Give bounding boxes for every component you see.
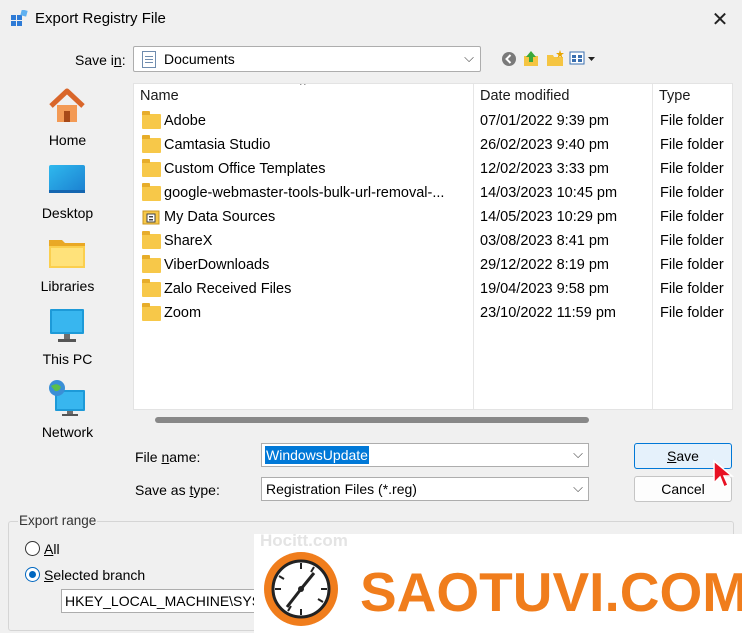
folder-icon — [142, 303, 161, 321]
libraries-icon — [49, 240, 85, 268]
mouse-cursor-icon — [713, 459, 735, 489]
file-name: google-webmaster-tools-bulk-url-removal-… — [164, 185, 445, 201]
column-header-type[interactable]: Type — [659, 88, 690, 104]
horizontal-scrollbar[interactable] — [155, 417, 589, 423]
file-name: My Data Sources — [164, 209, 276, 225]
folder-icon — [142, 255, 161, 273]
export-all-radio[interactable] — [25, 541, 40, 556]
selected-branch-value: HKEY_LOCAL_MACHINE\SYSTEM — [65, 593, 260, 609]
file-name-value: WindowsUpdate — [265, 446, 369, 464]
place-desktop[interactable]: Desktop — [10, 153, 125, 225]
new-folder-icon[interactable] — [545, 49, 565, 69]
file-name: Camtasia Studio — [164, 137, 271, 153]
data-sources-folder-icon — [142, 210, 160, 225]
save-in-dropdown[interactable]: Documents ⌵ — [133, 46, 481, 72]
selected-branch-label[interactable]: Selected branch — [44, 567, 145, 583]
save-in-value: Documents — [164, 51, 235, 67]
place-label: Home — [48, 132, 87, 148]
column-header-date-modified[interactable]: Date modified — [480, 88, 569, 104]
file-name-input[interactable]: WindowsUpdate ⌵ — [261, 443, 589, 467]
documents-icon — [142, 51, 156, 68]
file-date: 07/01/2022 9:39 pm — [480, 113, 609, 129]
place-libraries[interactable]: Libraries — [10, 226, 125, 298]
watermark-text: SAOTUVI.COM — [360, 561, 742, 623]
close-button[interactable]: ✕ — [704, 4, 736, 34]
selected-branch-input[interactable]: HKEY_LOCAL_MACHINE\SYSTEM — [61, 589, 261, 613]
file-name: ShareX — [164, 233, 213, 249]
file-type: File folder — [660, 233, 724, 249]
save-as-type-value: Registration Files (*.reg) — [266, 481, 417, 497]
chevron-down-icon: ⌵ — [573, 480, 583, 495]
file-row-my-data-sources[interactable]: My Data Sources 14/05/2023 10:29 pm File… — [134, 205, 732, 229]
file-type: File folder — [660, 113, 724, 129]
place-label: Desktop — [41, 205, 94, 221]
close-icon: ✕ — [711, 8, 729, 31]
this-pc-icon — [50, 309, 84, 342]
file-type: File folder — [660, 161, 724, 177]
file-date: 19/04/2023 9:58 pm — [480, 281, 609, 297]
file-type: File folder — [660, 305, 724, 321]
sort-ascending-icon: ^ — [300, 83, 306, 92]
place-label: Network — [41, 424, 94, 440]
back-icon[interactable] — [499, 49, 519, 69]
folder-icon — [142, 231, 161, 249]
file-row-viberdownloads[interactable]: ViberDownloads 29/12/2022 8:19 pm File f… — [134, 253, 732, 277]
place-home[interactable]: Home — [10, 80, 125, 152]
file-name: ViberDownloads — [164, 257, 270, 273]
export-all-label[interactable]: All — [44, 541, 60, 557]
file-row-zalo-received-files[interactable]: Zalo Received Files 19/04/2023 9:58 pm F… — [134, 277, 732, 301]
place-network[interactable]: Network — [10, 372, 125, 444]
folder-icon — [142, 159, 161, 177]
file-type: File folder — [660, 281, 724, 297]
file-row-zoom[interactable]: Zoom 23/10/2022 11:59 pm File folder — [134, 301, 732, 325]
window-title: Export Registry File — [35, 10, 166, 27]
network-icon — [49, 380, 85, 416]
file-name: Adobe — [164, 113, 206, 129]
file-name: Zalo Received Files — [164, 281, 292, 297]
file-type: File folder — [660, 257, 724, 273]
place-label: This PC — [42, 351, 93, 367]
save-as-type-label: Save as type: — [135, 482, 220, 498]
file-date: 14/05/2023 10:29 pm — [480, 209, 618, 225]
place-label: Libraries — [40, 278, 95, 294]
chevron-down-icon[interactable]: ⌵ — [573, 446, 583, 462]
places-bar: Home Desktop Libraries This PC Network — [10, 80, 125, 500]
up-one-level-icon[interactable] — [521, 49, 541, 69]
desktop-icon — [49, 165, 85, 193]
export-range-label: Export range — [18, 513, 98, 528]
file-type: File folder — [660, 185, 724, 201]
file-name: Zoom — [164, 305, 202, 321]
folder-icon — [142, 279, 161, 297]
file-row-google-webmaster-tools[interactable]: google-webmaster-tools-bulk-url-removal-… — [134, 181, 732, 205]
file-name: Custom Office Templates — [164, 161, 326, 177]
save-as-type-dropdown[interactable]: Registration Files (*.reg) ⌵ — [261, 477, 589, 501]
file-type: File folder — [660, 137, 724, 153]
place-this-pc[interactable]: This PC — [10, 299, 125, 371]
folder-icon — [142, 111, 161, 129]
file-date: 14/03/2023 10:45 pm — [480, 185, 618, 201]
file-name-label: File name: — [135, 449, 201, 465]
file-row-adobe[interactable]: Adobe 07/01/2022 9:39 pm File folder — [134, 109, 732, 133]
home-icon — [49, 88, 85, 122]
file-date: 29/12/2022 8:19 pm — [480, 257, 609, 273]
file-row-custom-office-templates[interactable]: Custom Office Templates 12/02/2023 3:33 … — [134, 157, 732, 181]
file-date: 23/10/2022 11:59 pm — [480, 305, 616, 321]
chevron-down-icon: ⌵ — [464, 50, 474, 65]
file-type: File folder — [660, 209, 724, 225]
file-list[interactable]: Name ^ Date modified Type Adobe 07/01/20… — [133, 83, 733, 410]
save-in-label: Save in: — [75, 52, 126, 68]
column-header-name[interactable]: Name — [140, 88, 179, 104]
folder-icon — [142, 135, 161, 153]
file-date: 03/08/2023 8:41 pm — [480, 233, 609, 249]
registry-editor-icon — [11, 10, 28, 26]
file-row-sharex[interactable]: ShareX 03/08/2023 8:41 pm File folder — [134, 229, 732, 253]
clock-logo-icon — [264, 552, 338, 626]
selected-branch-radio[interactable] — [25, 567, 40, 582]
file-row-camtasia-studio[interactable]: Camtasia Studio 26/02/2023 9:40 pm File … — [134, 133, 732, 157]
file-date: 26/02/2023 9:40 pm — [480, 137, 609, 153]
view-menu-icon[interactable] — [569, 49, 597, 69]
folder-icon — [142, 183, 161, 201]
file-date: 12/02/2023 3:33 pm — [480, 161, 609, 177]
